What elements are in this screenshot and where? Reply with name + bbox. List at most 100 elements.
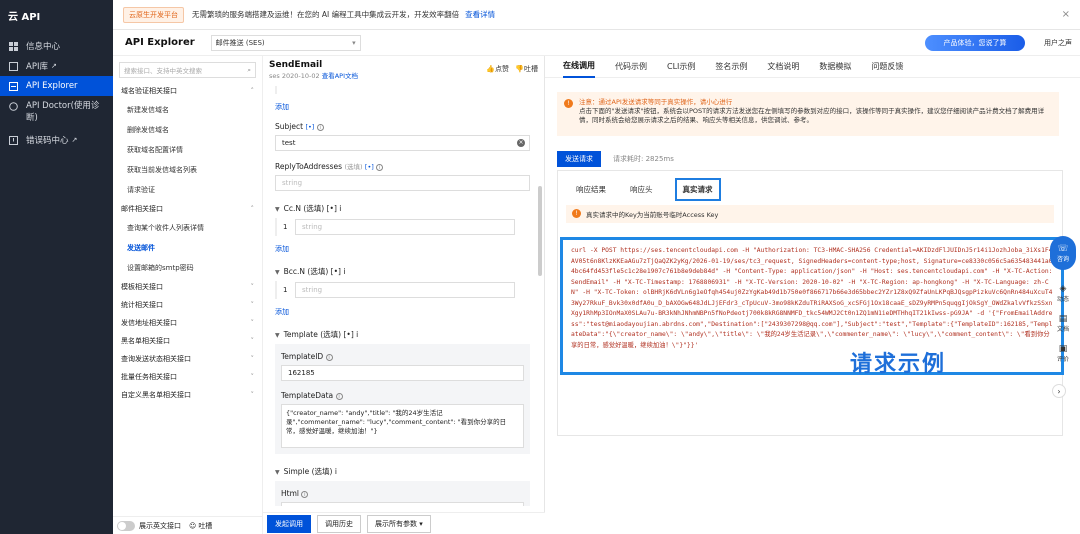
param-simple-label[interactable]: ▼ Simple (选填) i bbox=[275, 466, 539, 477]
api-group[interactable]: 统计相关接口 ˅ bbox=[113, 296, 262, 314]
add-button[interactable]: 添加 bbox=[275, 244, 539, 254]
subject-input[interactable]: test × bbox=[275, 135, 530, 151]
user-voice-link[interactable]: 用户之声 bbox=[1044, 38, 1072, 48]
nav-item-api-explorer[interactable]: API Explorer bbox=[0, 76, 113, 96]
caret-down-icon: ▼ bbox=[275, 469, 280, 476]
tab-feedback[interactable]: 问题反馈 bbox=[871, 56, 903, 78]
info-icon[interactable]: i bbox=[335, 467, 337, 476]
tab-data-mock[interactable]: 数据模拟 bbox=[819, 56, 851, 78]
invoke-button[interactable]: 发起调用 bbox=[267, 514, 311, 533]
html-input[interactable]: string bbox=[281, 502, 524, 506]
chevron-down-icon: ˅ bbox=[250, 283, 255, 291]
template-box: TemplateID i 162185 TemplateData i {"cre… bbox=[275, 344, 530, 454]
tab-response-result[interactable]: 响应结果 bbox=[574, 181, 608, 198]
add-button[interactable]: 添加 bbox=[275, 307, 539, 317]
param-bcc-label[interactable]: ▼ Bcc.N (选填) [•] i bbox=[275, 266, 539, 277]
api-group[interactable]: 自定义黑名单相关接口 ˅ bbox=[113, 386, 262, 404]
template-id-input[interactable]: 162185 bbox=[281, 365, 524, 381]
brand-title: 云 API bbox=[8, 11, 41, 23]
api-group[interactable]: 域名验证相关接口 ˄ bbox=[113, 82, 262, 100]
api-group[interactable]: 邮件相关接口 ˄ bbox=[113, 200, 262, 218]
product-feedback-button[interactable]: 产品体验，您说了算 bbox=[925, 35, 1025, 51]
params-footer: 发起调用 调用历史 展示所有参数 ▾ bbox=[263, 512, 545, 534]
api-item[interactable]: 设置邮箱的smtp密码 bbox=[113, 258, 262, 278]
api-item[interactable]: 请求验证 bbox=[113, 180, 262, 200]
nav-item-api-doctor[interactable]: API Doctor(使用诊断) bbox=[0, 96, 113, 130]
bcc-array: 1 string bbox=[275, 281, 530, 299]
external-link-icon: ↗ bbox=[71, 136, 78, 144]
api-group[interactable]: 黑名单相关接口 ˅ bbox=[113, 332, 262, 350]
info-icon[interactable]: i bbox=[343, 267, 345, 276]
english-api-toggle[interactable] bbox=[117, 520, 135, 531]
info-icon[interactable]: i bbox=[356, 330, 358, 339]
show-all-params-button[interactable]: 展示所有参数 ▾ bbox=[367, 514, 431, 533]
info-icon[interactable]: i bbox=[325, 353, 333, 361]
call-history-button[interactable]: 调用历史 bbox=[317, 514, 361, 533]
chevron-right-icon[interactable]: › bbox=[1052, 384, 1066, 398]
api-item[interactable]: 删除发信域名 bbox=[113, 120, 262, 140]
like-label[interactable]: 点赞 bbox=[495, 65, 509, 73]
tab-real-request[interactable]: 真实请求 bbox=[674, 177, 721, 201]
chevron-up-icon: ˄ bbox=[250, 87, 255, 95]
chevron-down-icon: ˅ bbox=[250, 355, 255, 363]
api-item[interactable]: 查询某个收件人列表详情 bbox=[113, 218, 262, 238]
api-item[interactable]: 获取当前发信域名列表 bbox=[113, 160, 262, 180]
dislike-label[interactable]: 吐槽 bbox=[524, 65, 538, 73]
tab-online-call[interactable]: 在线调用 bbox=[563, 56, 595, 78]
api-item-selected[interactable]: 发送邮件 bbox=[113, 238, 262, 258]
nav-item-api-library[interactable]: API库 ↗ bbox=[0, 56, 113, 76]
param-template-label[interactable]: ▼ Template (选填) [•] i bbox=[275, 329, 539, 340]
nav-item-label: 信息中心 bbox=[26, 42, 61, 52]
params-scrollbar[interactable] bbox=[538, 186, 542, 276]
api-group[interactable]: 批量任务相关接口 ˅ bbox=[113, 368, 262, 386]
cc-input[interactable]: string bbox=[295, 219, 515, 235]
optional-tag: (选填) bbox=[344, 163, 363, 171]
api-item[interactable]: 获取域名配置详情 bbox=[113, 140, 262, 160]
template-data-textarea[interactable]: {"creator_name": "andy","title": "我的24岁生… bbox=[281, 404, 524, 448]
docs-button[interactable]: ▤ 文档 bbox=[1050, 308, 1076, 338]
news-button[interactable]: ◈ 动态 bbox=[1050, 278, 1076, 308]
info-icon[interactable]: i bbox=[301, 490, 309, 498]
service-select[interactable]: 邮件推送 (SES) ▾ bbox=[210, 34, 361, 51]
comment-icon: ▣ bbox=[1058, 343, 1068, 354]
nav-item-label: 错误码中心 bbox=[26, 136, 69, 146]
info-icon[interactable]: i bbox=[316, 123, 324, 131]
chevron-down-icon: ˅ bbox=[250, 319, 255, 327]
nav-item-info-center[interactable]: 信息中心 bbox=[0, 36, 113, 56]
tab-code-sample[interactable]: 代码示例 bbox=[615, 56, 647, 78]
optional-tag: (选填) bbox=[320, 330, 342, 339]
send-request-button[interactable]: 发送请求 bbox=[557, 151, 601, 167]
tab-docs[interactable]: 文档说明 bbox=[767, 56, 799, 78]
nav-item-error-codes[interactable]: 错误码中心 ↗ bbox=[0, 130, 113, 150]
api-group[interactable]: 查询发送状态相关接口 ˅ bbox=[113, 350, 262, 368]
thumb-up-icon[interactable]: 👍 bbox=[486, 65, 495, 73]
reply-to-input[interactable]: string bbox=[275, 175, 530, 191]
api-group-list: 域名验证相关接口 ˄ 新建发信域名 删除发信域名 获取域名配置详情 获取当前发信域… bbox=[113, 82, 262, 404]
thumb-down-icon[interactable]: 👎 bbox=[515, 65, 524, 73]
consult-button[interactable]: ☏ 咨询 bbox=[1050, 236, 1076, 270]
tab-response-headers[interactable]: 响应头 bbox=[628, 181, 655, 198]
tab-signature-sample[interactable]: 签名示例 bbox=[715, 56, 747, 78]
api-group[interactable]: 模板相关接口 ˅ bbox=[113, 278, 262, 296]
clear-icon[interactable]: × bbox=[517, 139, 525, 147]
info-icon[interactable]: i bbox=[335, 392, 343, 400]
api-item[interactable]: 新建发信域名 bbox=[113, 100, 262, 120]
param-cc-label[interactable]: ▼ Cc.N (选填) [•] i bbox=[275, 203, 539, 214]
banner-detail-link[interactable]: 查看详情 bbox=[465, 9, 495, 20]
tab-cli-sample[interactable]: CLI示例 bbox=[667, 56, 695, 78]
feedback-link[interactable]: 吐槽 bbox=[198, 521, 212, 531]
param-name: ReplyToAddresses bbox=[275, 162, 343, 171]
api-group[interactable]: 发信地址相关接口 ˅ bbox=[113, 314, 262, 332]
add-button[interactable]: 添加 bbox=[275, 102, 539, 112]
info-icon[interactable]: i bbox=[376, 163, 384, 171]
bcc-input[interactable]: string bbox=[295, 282, 515, 298]
close-icon[interactable]: × bbox=[1062, 9, 1070, 20]
input-placeholder: string bbox=[302, 286, 323, 294]
grid-icon bbox=[8, 41, 18, 51]
caret-down-icon: ▼ bbox=[275, 269, 280, 276]
info-icon[interactable]: i bbox=[339, 204, 341, 213]
curl-request-code[interactable]: curl -X POST https://ses.tencentcloudapi… bbox=[560, 237, 1064, 375]
api-doc-link[interactable]: 查看API文档 bbox=[322, 72, 358, 80]
review-button[interactable]: ▣ 评价 bbox=[1050, 338, 1076, 368]
api-search-input[interactable]: 搜索接口、支持中英文搜索 ⌕ bbox=[119, 62, 256, 78]
